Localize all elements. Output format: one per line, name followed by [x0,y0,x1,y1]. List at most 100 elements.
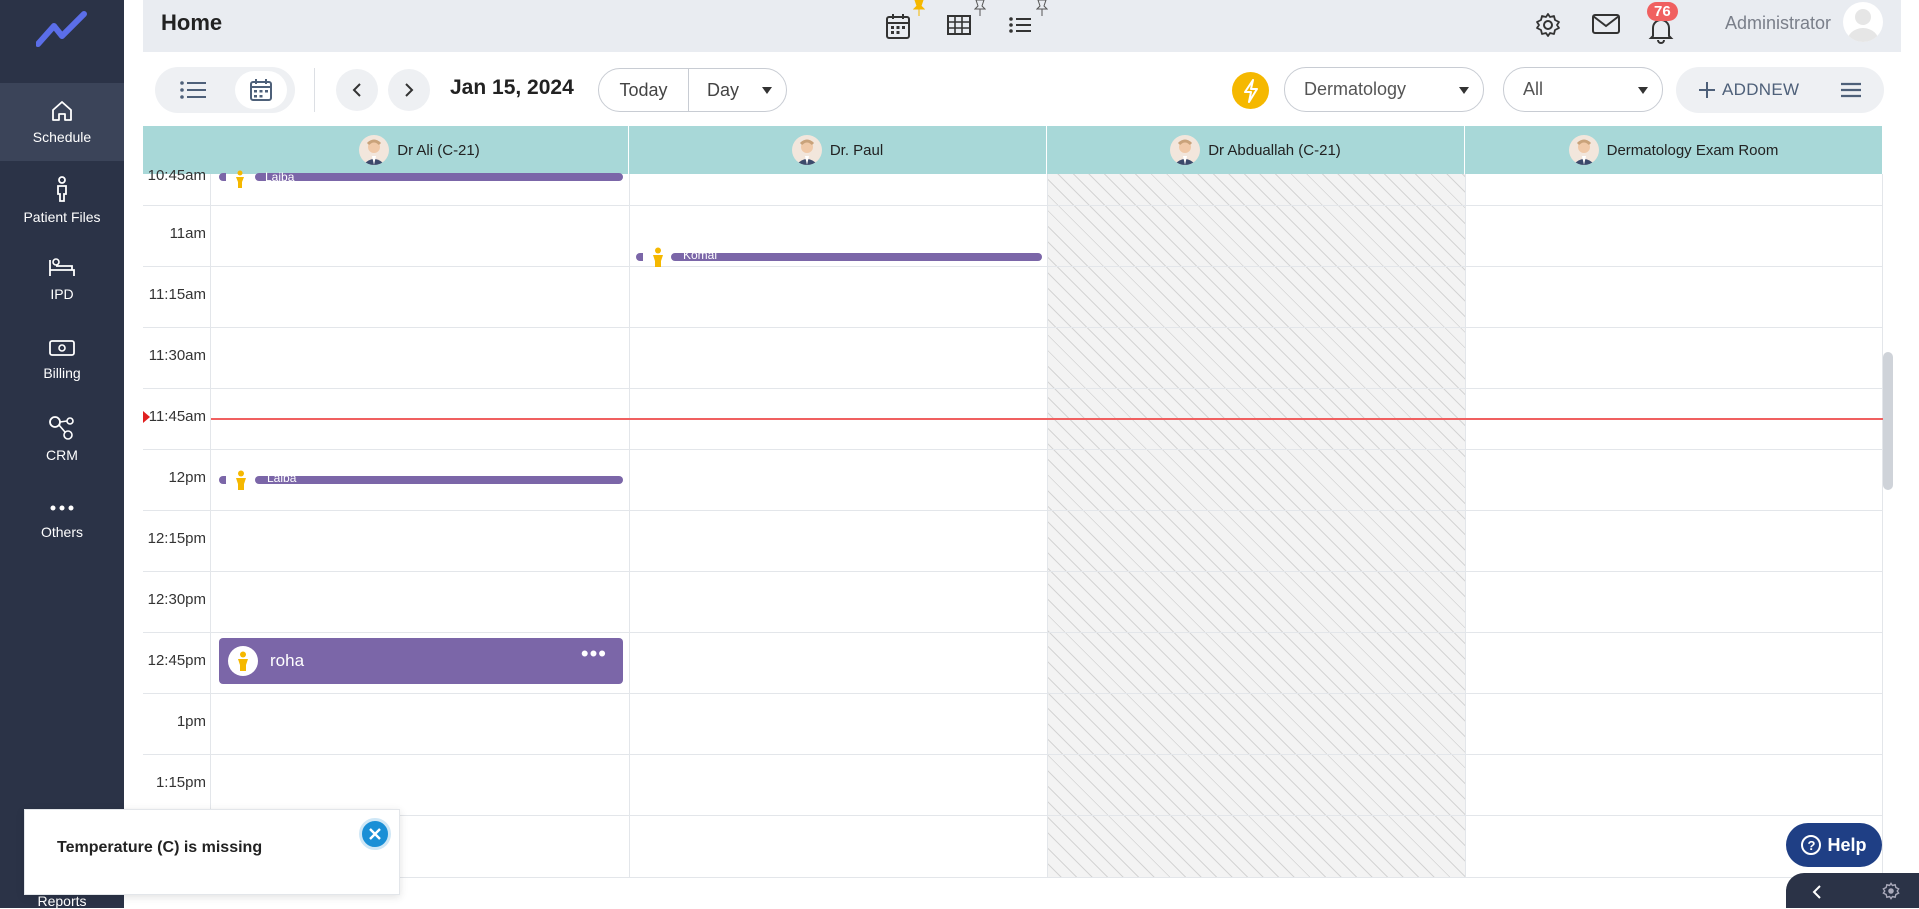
grid-line [143,632,1883,633]
app-logo-icon[interactable] [36,10,88,50]
time-label: 1:15pm [155,774,206,791]
hamburger-menu-icon[interactable] [1840,82,1862,98]
column-name: Dr. Paul [829,141,884,159]
grid-scrollbar[interactable] [1883,352,1893,490]
doctor-avatar [791,135,822,165]
column-header-dr-ali[interactable]: Dr Ali (C-21) [211,126,629,174]
pin-icon[interactable] [1036,0,1048,16]
chevron-right-icon [405,83,414,97]
view-range-selector: Today Day [598,68,787,112]
sidebar-item-crm[interactable]: CRM [0,400,124,478]
grid-line [143,571,1883,572]
previous-day-button[interactable] [336,69,378,111]
user-avatar[interactable] [1843,2,1883,42]
toast-close-button[interactable] [359,818,391,850]
pin-icon[interactable] [913,0,925,16]
calendar-mode-button[interactable] [235,71,287,109]
sidebar-item-reports[interactable]: Reports [0,893,124,909]
column-divider [629,174,630,878]
calendar-view-icon[interactable] [885,12,911,40]
calendar-toolbar: Jan 15, 2024 Today Day Dermatology All A… [143,52,1901,126]
doctor-avatar [359,135,390,165]
current-time-marker [143,411,150,423]
appointment-bar [671,253,1042,261]
add-new-button[interactable]: ADDNEW [1676,67,1884,113]
appointment-roha-1245[interactable]: roha ••• [219,638,623,684]
appointment-start-dot [219,476,226,484]
time-label: 12:15pm [147,530,206,547]
appointment-patient-name: Laiba [265,170,295,184]
help-label: Help [1827,834,1867,855]
grid-line [143,815,1883,816]
crm-icon [49,416,74,440]
column-header-dr-abduallah[interactable]: Dr Abduallah (C-21) [1047,126,1465,174]
appointment-bar [255,476,623,484]
today-button[interactable]: Today [599,69,689,111]
appointment-patient-name: roha [270,651,305,670]
caret-down-icon [1459,87,1469,94]
time-label: 1pm [176,713,206,730]
settings-gear-icon[interactable] [1882,882,1900,900]
list-icon [180,81,206,99]
sidebar-item-patient-files[interactable]: Patient Files [0,161,124,239]
more-options-icon[interactable]: ••• [581,643,607,665]
sidebar-item-ipd[interactable]: IPD [0,240,124,318]
patient-icon [57,176,67,202]
pin-icon[interactable] [974,0,986,16]
grid-line [143,510,1883,511]
page-title: Home [161,10,223,35]
list-mode-button[interactable] [167,71,219,109]
toolbar-divider [314,68,315,112]
department-select[interactable]: Dermatology [1284,67,1484,112]
current-time-line [211,418,1883,420]
column-divider [1465,174,1466,878]
filter-value: All [1523,79,1544,99]
sidebar-item-billing[interactable]: Billing [0,320,124,398]
sidebar-item-schedule[interactable]: Schedule [0,83,124,161]
help-button[interactable]: ? Help [1786,823,1882,867]
patient-avatar-circle [228,646,258,676]
grid-view-icon[interactable] [946,12,972,38]
patient-person-icon [238,651,248,671]
close-icon [369,828,381,840]
top-header: Home 76 Administrator [143,0,1901,52]
list-view-icon[interactable] [1007,12,1033,38]
doctor-avatar [1170,135,1201,165]
settings-gear-icon[interactable] [1535,12,1561,38]
chevron-left-icon[interactable] [1812,885,1822,899]
bottom-dock [1786,873,1919,908]
appointment-patient-name: Komal [683,248,718,262]
current-date[interactable]: Jan 15, 2024 [450,76,574,100]
grid-line [143,693,1883,694]
calendar-icon [250,79,272,101]
next-day-button[interactable] [388,69,430,111]
question-icon: ? [1801,835,1822,855]
sidebar: Schedule Patient Files IPD Billing CRM O… [0,0,124,909]
filter-select[interactable]: All [1503,67,1663,112]
patient-person-icon [236,170,244,188]
sidebar-item-others[interactable]: Others [0,480,124,558]
home-icon [52,101,72,121]
quick-action-button[interactable] [1232,72,1269,109]
column-header-exam-room[interactable]: Dermatology Exam Room [1465,126,1883,174]
column-name: Dr Ali (C-21) [397,141,480,159]
sidebar-item-label: Patient Files [23,209,101,225]
schedule-grid: Dr Ali (C-21) Dr. Paul Dr Abduallah (C-2… [143,126,1883,878]
time-label: 11:15am [148,286,206,303]
time-label: 12:45pm [147,652,206,669]
sidebar-item-label: CRM [46,447,78,463]
column-name: Dermatology Exam Room [1606,141,1779,159]
column-header-dr-paul[interactable]: Dr. Paul [629,126,1047,174]
view-mode-dropdown[interactable]: Day [689,69,786,111]
grid-line [143,877,1883,878]
user-name[interactable]: Administrator [1725,13,1831,34]
grid-line [143,449,1883,450]
appointment-bar [255,173,623,181]
mail-icon[interactable] [1591,13,1621,35]
department-value: Dermatology [1304,79,1407,99]
view-mode-value: Day [707,79,740,100]
time-label: 11am [169,225,206,242]
sidebar-item-label: Billing [43,365,81,381]
caret-down-icon [1638,87,1648,94]
appointment-start-dot [636,253,643,261]
